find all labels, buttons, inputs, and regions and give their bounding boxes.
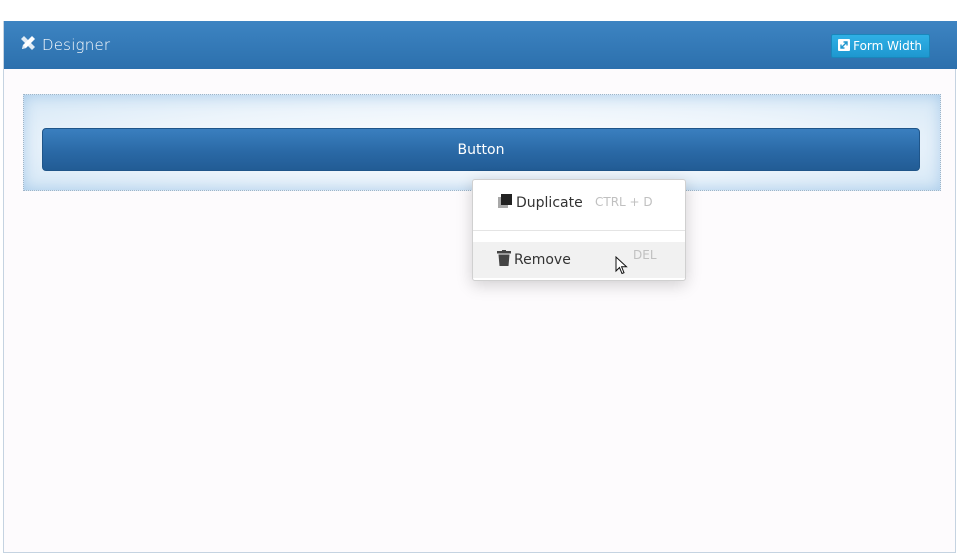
designer-header: Designer Form Width <box>4 21 957 69</box>
form-width-button[interactable]: Form Width <box>831 34 930 58</box>
form-button-element[interactable]: Button <box>42 128 920 171</box>
menu-item-remove[interactable]: Remove DEL <box>473 242 685 278</box>
expand-icon <box>838 38 853 54</box>
duplicate-shortcut: CTRL + D <box>595 195 653 209</box>
remove-label: Remove <box>514 252 571 268</box>
duplicate-label: Duplicate <box>516 195 583 211</box>
menu-divider <box>473 230 685 231</box>
menu-item-duplicate[interactable]: Duplicate CTRL + D <box>473 185 685 221</box>
remove-shortcut: DEL <box>633 248 657 262</box>
pencil-ruler-icon <box>20 35 42 55</box>
header-title: Designer <box>20 33 110 57</box>
form-width-label: Form Width <box>853 39 922 53</box>
trash-icon <box>497 250 511 270</box>
designer-panel: Designer Form Width Button Duplicate CTR… <box>3 21 957 553</box>
context-menu: Duplicate CTRL + D Remove DEL <box>472 179 686 281</box>
header-title-text: Designer <box>42 36 111 54</box>
copy-icon <box>497 193 513 213</box>
